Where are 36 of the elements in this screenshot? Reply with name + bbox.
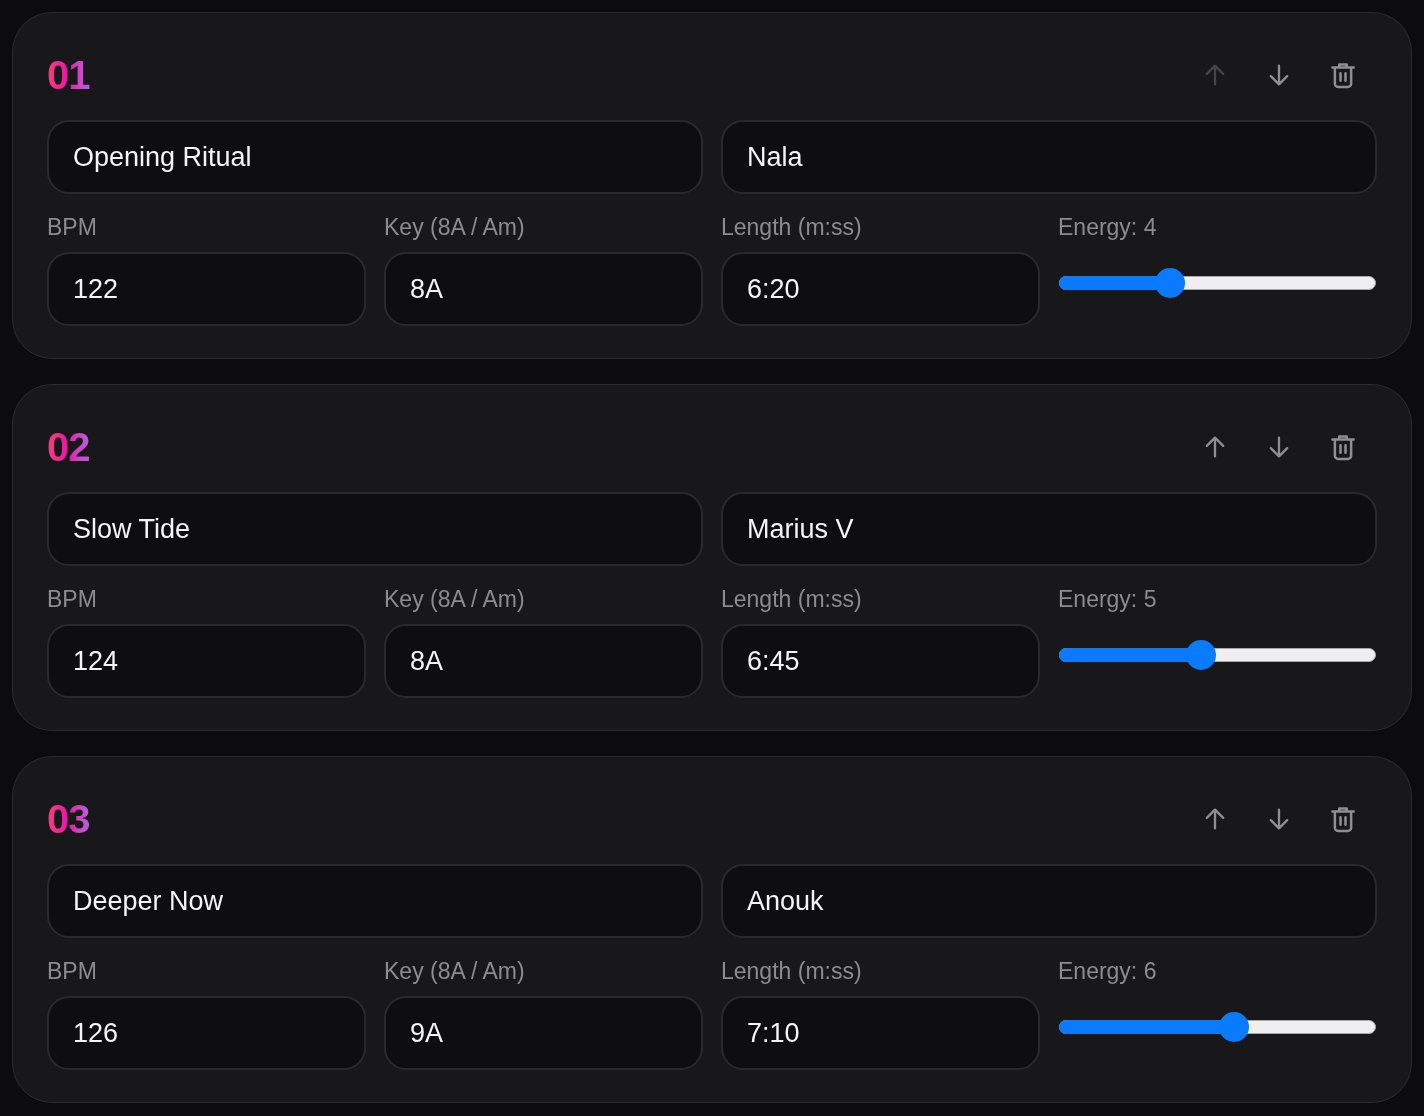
slider-thumb[interactable]	[1186, 640, 1217, 670]
key-label: Key (8A / Am)	[384, 213, 526, 242]
energy-label: Energy: 4	[1058, 213, 1158, 242]
slider-thumb[interactable]	[1154, 268, 1185, 298]
length-field[interactable]: 6:20	[721, 252, 1040, 326]
bpm-label: BPM	[47, 585, 98, 614]
trash-icon	[1328, 60, 1358, 90]
slider-thumb[interactable]	[1218, 1012, 1249, 1042]
title-field[interactable]: Slow Tide	[47, 492, 703, 566]
bpm-field[interactable]: 126	[47, 996, 366, 1070]
energy-slider-track[interactable]	[1059, 268, 1376, 298]
length-label: Length (m:ss)	[721, 957, 863, 986]
artist-field[interactable]: Marius V	[721, 492, 1377, 566]
energy-slider-track[interactable]	[1059, 640, 1376, 670]
key-field[interactable]: 8A	[384, 252, 703, 326]
bpm-field[interactable]: 122	[47, 252, 366, 326]
key-label: Key (8A / Am)	[384, 585, 526, 614]
length-field[interactable]: 6:45	[721, 624, 1040, 698]
length-label: Length (m:ss)	[721, 213, 863, 242]
length-label: Length (m:ss)	[721, 585, 863, 614]
key-field[interactable]: 8A	[384, 624, 703, 698]
title-field[interactable]: Opening Ritual	[47, 120, 703, 194]
energy-label: Energy: 6	[1058, 957, 1158, 986]
length-field[interactable]: 7:10	[721, 996, 1040, 1070]
bpm-label: BPM	[47, 213, 98, 242]
key-label: Key (8A / Am)	[384, 957, 526, 986]
energy-slider-track[interactable]	[1059, 1012, 1376, 1042]
trash-icon	[1328, 804, 1358, 834]
bpm-field[interactable]: 124	[47, 624, 366, 698]
energy-label: Energy: 5	[1058, 585, 1158, 614]
trash-icon	[1328, 432, 1358, 462]
key-field[interactable]: 9A	[384, 996, 703, 1070]
artist-field[interactable]: Anouk	[721, 864, 1377, 938]
bpm-label: BPM	[47, 957, 98, 986]
title-field[interactable]: Deeper Now	[47, 864, 703, 938]
artist-field[interactable]: Nala	[721, 120, 1377, 194]
